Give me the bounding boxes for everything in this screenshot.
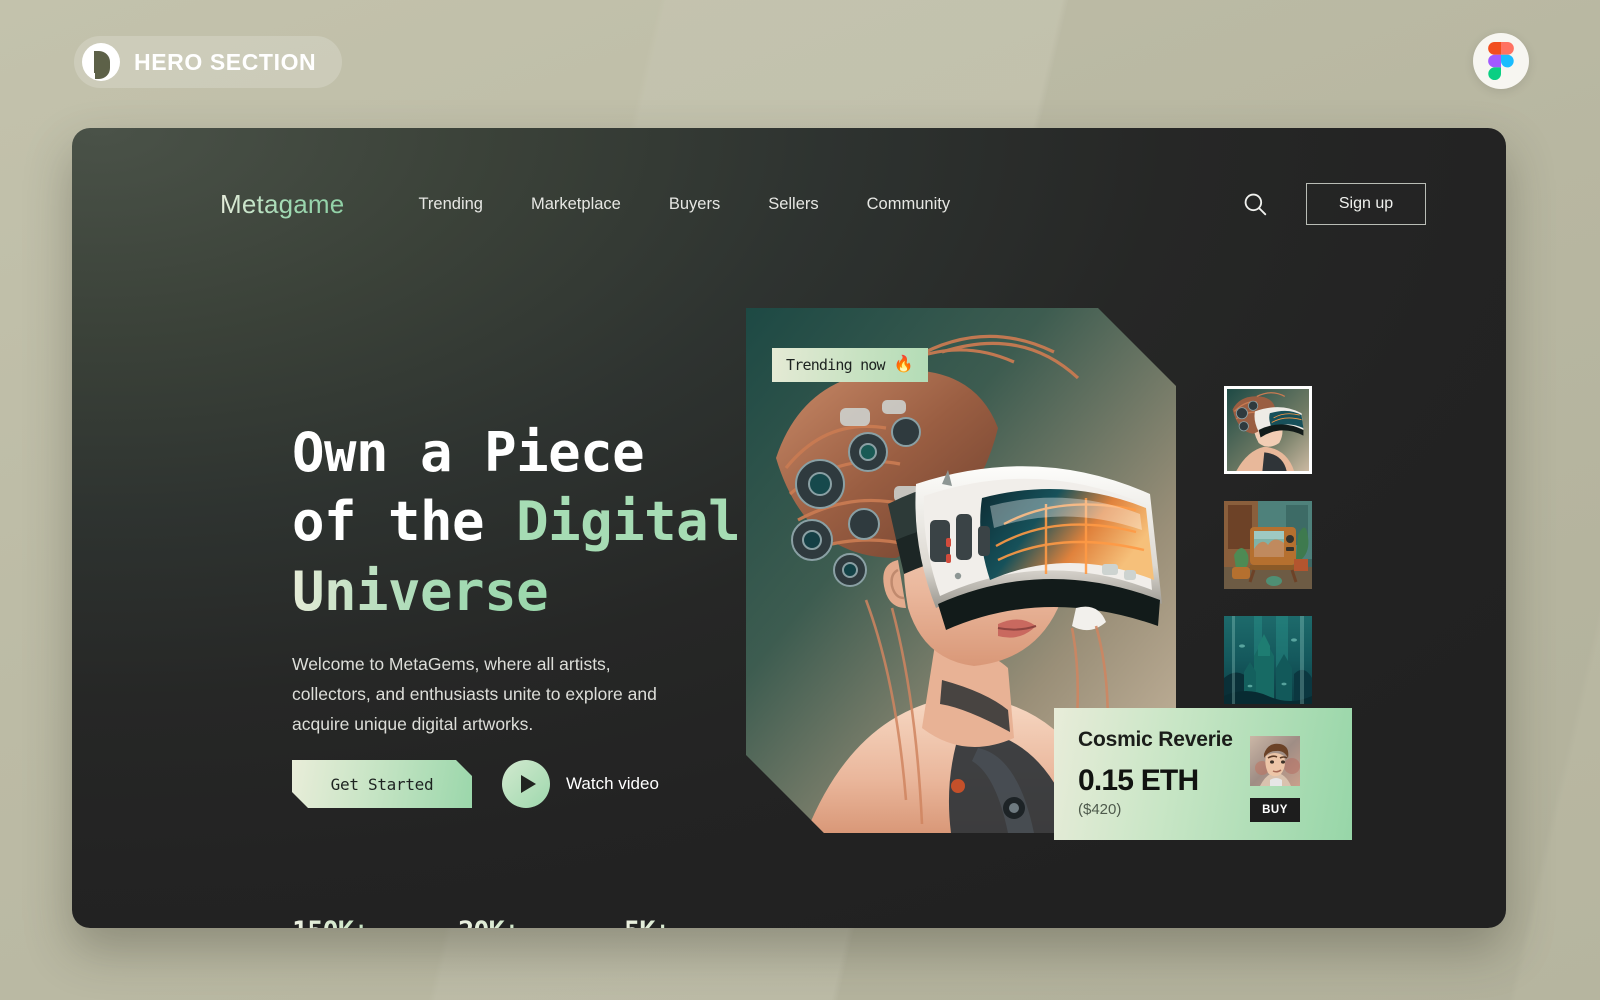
buy-button[interactable]: BUY bbox=[1250, 798, 1300, 822]
stat-value: 20K+ bbox=[458, 916, 624, 928]
headline-line-3: Universe bbox=[292, 559, 549, 623]
stat-digital-artwork: 150K+ Digital Artwork bbox=[292, 916, 458, 928]
nav-link-trending[interactable]: Trending bbox=[418, 195, 483, 214]
vr-girl-thumbnail-image bbox=[1227, 389, 1309, 471]
headline-line-1: Own a Piece bbox=[292, 421, 645, 484]
get-started-button[interactable]: Get Started bbox=[292, 760, 472, 808]
hero-subtext: Welcome to MetaGems, where all artists, … bbox=[292, 654, 657, 735]
nav-link-community[interactable]: Community bbox=[867, 195, 950, 214]
stat-monthly-auction: 5K+ Monthly Auction bbox=[624, 916, 790, 928]
metagame-p-logo-icon bbox=[82, 43, 120, 81]
underwater-ruins-thumbnail-image bbox=[1224, 616, 1312, 704]
trending-now-badge: Trending now 🔥 bbox=[772, 348, 928, 382]
play-icon bbox=[502, 760, 550, 808]
hero-section-badge: HERO SECTION bbox=[74, 36, 343, 88]
hero-card: Metagame Trending Marketplace Buyers Sel… bbox=[72, 128, 1506, 928]
figma-glyph bbox=[1488, 42, 1514, 80]
headline-line-2-white: of the bbox=[292, 490, 517, 554]
stat-value: 5K+ bbox=[624, 916, 790, 928]
page-title: Own a Piece of the Digital Universe bbox=[292, 418, 812, 626]
stat-value: 150K+ bbox=[292, 916, 458, 928]
price-card: Cosmic Reverie 0.15 ETH ($420) BUY bbox=[1054, 708, 1352, 840]
nav-link-marketplace[interactable]: Marketplace bbox=[531, 195, 621, 214]
watch-video-button[interactable]: Watch video bbox=[502, 760, 659, 808]
main-navigation: Metagame Trending Marketplace Buyers Sel… bbox=[220, 176, 1426, 232]
watch-video-label: Watch video bbox=[566, 774, 659, 793]
headline-line-2-green: Digital bbox=[516, 490, 741, 554]
avatar bbox=[1250, 736, 1300, 786]
avatar-image bbox=[1250, 736, 1300, 786]
cta-row: Get Started Watch video bbox=[292, 760, 659, 808]
brand-logo[interactable]: Metagame bbox=[220, 189, 344, 220]
thumbnail-list bbox=[1224, 386, 1312, 704]
trending-now-label: Trending now bbox=[786, 356, 885, 374]
nav-actions: Sign up bbox=[1242, 183, 1426, 225]
figma-logo-icon[interactable] bbox=[1473, 33, 1529, 89]
nav-link-buyers[interactable]: Buyers bbox=[669, 195, 720, 214]
fire-icon: 🔥 bbox=[893, 356, 914, 373]
search-icon[interactable] bbox=[1242, 191, 1268, 217]
retro-tv-thumbnail-image bbox=[1224, 501, 1312, 589]
signup-button[interactable]: Sign up bbox=[1306, 183, 1426, 225]
nav-link-sellers[interactable]: Sellers bbox=[768, 195, 818, 214]
stat-artists: 20K+ Artists bbox=[458, 916, 624, 928]
hero-section-badge-label: HERO SECTION bbox=[134, 48, 317, 75]
stats-row: 150K+ Digital Artwork 20K+ Artists 5K+ M… bbox=[292, 916, 790, 928]
underwater-ruins-thumbnail[interactable] bbox=[1224, 616, 1312, 704]
vr-girl-thumbnail[interactable] bbox=[1224, 386, 1312, 474]
retro-tv-thumbnail[interactable] bbox=[1224, 501, 1312, 589]
